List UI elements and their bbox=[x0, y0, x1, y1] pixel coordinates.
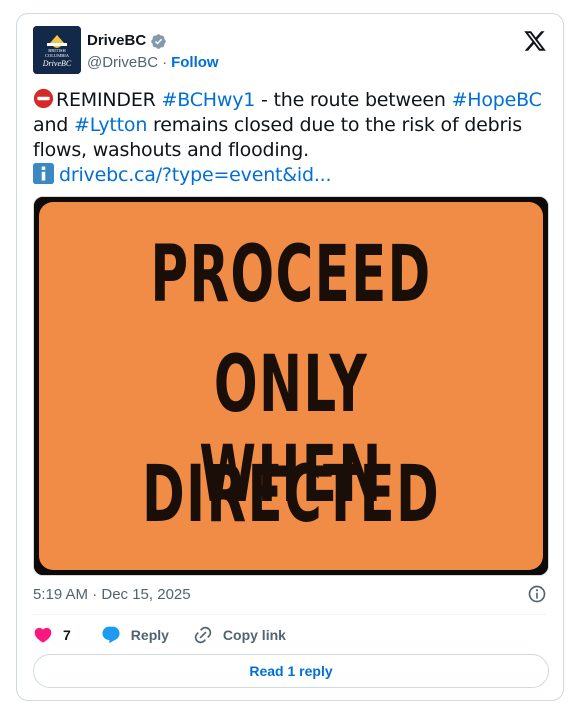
copy-link-button[interactable]: Copy link bbox=[193, 625, 286, 645]
tweet-text: REMINDER #BCHwy1 - the route between #Ho… bbox=[33, 88, 553, 188]
no-entry-icon bbox=[33, 88, 54, 109]
road-sign: PROCEED ONLY WHEN DIRECTED bbox=[39, 202, 543, 570]
hashtag-hopebc[interactable]: #HopeBC bbox=[452, 89, 542, 111]
author-display-name[interactable]: DriveBC bbox=[87, 32, 146, 50]
heart-icon bbox=[34, 627, 52, 643]
tweet-text-part2: - the route between bbox=[255, 89, 452, 111]
follow-button[interactable]: Follow bbox=[171, 54, 219, 72]
reply-label: Reply bbox=[130, 627, 169, 643]
like-count: 7 bbox=[63, 627, 71, 643]
tweet-text-part3: and bbox=[33, 114, 74, 136]
tweet-actions: 7 Reply Copy link bbox=[33, 623, 286, 647]
info-circle-icon[interactable] bbox=[527, 584, 547, 604]
drivebc-logo-icon: BRITISH COLUMBIA DriveBC bbox=[33, 26, 81, 74]
divider bbox=[33, 614, 547, 615]
author-handle[interactable]: @DriveBC bbox=[87, 54, 158, 72]
handle-separator: · bbox=[162, 54, 168, 71]
reply-bubble-icon bbox=[102, 626, 120, 644]
tweet-timestamp[interactable]: 5:19 AM · Dec 15, 2025 bbox=[33, 586, 191, 604]
author-name-row: DriveBC bbox=[87, 32, 167, 50]
tweet-link-line: drivebc.ca/?type=event&id... bbox=[33, 163, 553, 188]
tweet-image[interactable]: PROCEED ONLY WHEN DIRECTED bbox=[33, 196, 549, 576]
read-replies-button[interactable]: Read 1 reply bbox=[33, 654, 549, 688]
tweet-link[interactable]: drivebc.ca/?type=event&id... bbox=[59, 164, 332, 186]
reply-button[interactable]: Reply bbox=[101, 625, 169, 645]
tweet-card: BRITISH COLUMBIA DriveBC DriveBC @DriveB… bbox=[16, 13, 564, 701]
tweet-body: REMINDER #BCHwy1 - the route between #Ho… bbox=[33, 88, 553, 163]
sign-border: PROCEED ONLY WHEN DIRECTED bbox=[34, 197, 548, 575]
information-icon bbox=[33, 163, 54, 184]
copy-link-label: Copy link bbox=[222, 627, 286, 643]
hashtag-lytton[interactable]: #Lytton bbox=[74, 114, 147, 136]
x-logo-icon[interactable] bbox=[523, 29, 547, 53]
author-handle-row: @DriveBC · Follow bbox=[87, 54, 219, 72]
avatar-brand: DriveBC bbox=[42, 59, 72, 68]
verified-badge-icon bbox=[150, 33, 167, 50]
sign-line-1: PROCEED bbox=[150, 230, 432, 320]
sign-line-3: DIRECTED bbox=[141, 450, 441, 540]
link-icon bbox=[194, 626, 212, 644]
tweet-text-reminder: REMINDER bbox=[56, 89, 162, 111]
hashtag-bchwy1[interactable]: #BCHwy1 bbox=[162, 89, 256, 111]
like-button[interactable]: 7 bbox=[33, 625, 71, 645]
avatar[interactable]: BRITISH COLUMBIA DriveBC bbox=[33, 26, 81, 74]
avatar-line2: COLUMBIA bbox=[45, 53, 70, 58]
